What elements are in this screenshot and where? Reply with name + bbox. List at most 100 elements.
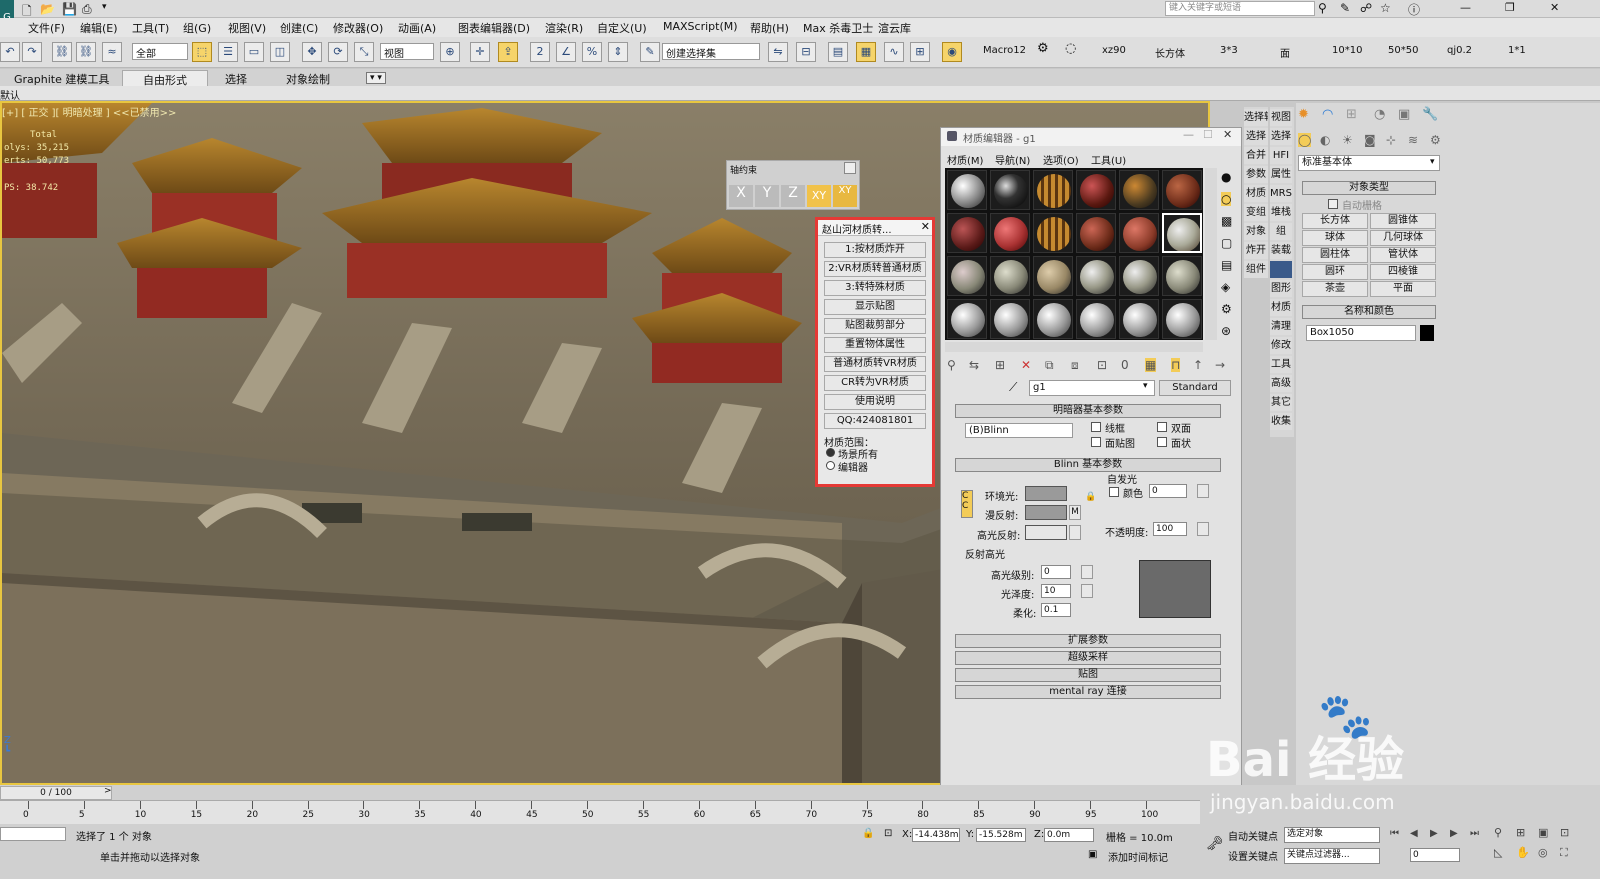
sample-slot[interactable] bbox=[1162, 170, 1202, 210]
current-frame-field[interactable]: 0 bbox=[1410, 848, 1460, 862]
auto-key-button[interactable]: 自动关键点 bbox=[1228, 828, 1278, 843]
create-box-button[interactable]: 长方体 bbox=[1302, 213, 1368, 229]
schematic-view-icon[interactable]: ⊞ bbox=[910, 42, 930, 62]
spec-level-map-button[interactable] bbox=[1081, 565, 1093, 579]
subscription-icon[interactable]: ✎ bbox=[1340, 1, 1350, 15]
search-input[interactable]: 键入关键字或短语 bbox=[1165, 1, 1315, 16]
sample-slot[interactable] bbox=[947, 299, 987, 339]
sample-slot[interactable] bbox=[990, 299, 1030, 339]
category-select[interactable]: 标准基本体 bbox=[1298, 155, 1440, 171]
backlight-icon[interactable]: ○ bbox=[1221, 192, 1232, 206]
converter-cr-to-vr-button[interactable]: CR转为VR材质 bbox=[824, 375, 926, 391]
systems-icon[interactable]: ⚙ bbox=[1430, 133, 1441, 147]
face-label[interactable]: 面 bbox=[1280, 45, 1290, 60]
opacity-spinner[interactable]: 100 bbox=[1153, 522, 1187, 536]
script-btn[interactable]: 材质 bbox=[1270, 299, 1292, 316]
range-scene-radio[interactable] bbox=[826, 448, 835, 457]
absolute-mode-icon[interactable]: ⊡ bbox=[884, 828, 892, 839]
shader-basic-rollout[interactable]: 明暗器基本参数 bbox=[955, 404, 1221, 418]
geometry-icon[interactable]: ◯ bbox=[1298, 133, 1312, 147]
converter-close-icon[interactable]: ✕ bbox=[921, 220, 930, 233]
scale-icon[interactable]: ⤡ bbox=[354, 42, 374, 62]
create-teapot-button[interactable]: 茶壶 bbox=[1302, 281, 1368, 297]
create-torus-button[interactable]: 圆环 bbox=[1302, 264, 1368, 280]
pivot-center-icon[interactable]: ⊕ bbox=[440, 42, 460, 62]
sample-slot[interactable] bbox=[947, 213, 987, 253]
50x50-label[interactable]: 50*50 bbox=[1388, 45, 1418, 56]
extended-params-rollout[interactable]: 扩展参数 bbox=[955, 634, 1221, 648]
select-manipulate-icon[interactable]: ✛ bbox=[470, 42, 490, 62]
bind-spacewarp-icon[interactable]: ≈ bbox=[102, 42, 122, 62]
object-color-swatch[interactable] bbox=[1420, 325, 1434, 341]
script-btn[interactable]: 堆栈 bbox=[1270, 204, 1292, 221]
sample-slot[interactable] bbox=[1119, 213, 1159, 253]
material-id-icon[interactable]: 0 bbox=[1121, 358, 1129, 372]
converter-special-button[interactable]: 3:转特殊材质 bbox=[824, 280, 926, 296]
spec-level-spinner[interactable]: 0 bbox=[1041, 565, 1071, 579]
show-end-result-icon[interactable]: ⊓ bbox=[1171, 358, 1181, 372]
sample-slot[interactable] bbox=[990, 170, 1030, 210]
align-icon[interactable]: ⊟ bbox=[796, 42, 816, 62]
create-sphere-button[interactable]: 球体 bbox=[1302, 230, 1368, 246]
maximize-viewport-icon[interactable]: ⛶ bbox=[1560, 846, 1568, 860]
material-type-button[interactable]: Standard bbox=[1159, 380, 1231, 396]
faceted-checkbox[interactable] bbox=[1157, 437, 1167, 447]
opacity-map-button[interactable] bbox=[1197, 522, 1209, 536]
glossiness-map-button[interactable] bbox=[1081, 584, 1093, 598]
spacewarps-icon[interactable]: ≋ bbox=[1408, 133, 1418, 147]
axis-xy-flyout-button[interactable]: XY bbox=[833, 185, 857, 207]
create-plane-button[interactable]: 平面 bbox=[1370, 281, 1436, 297]
set-key-button[interactable]: 设置关键点 bbox=[1228, 848, 1278, 863]
mated-close[interactable]: ✕ bbox=[1223, 128, 1232, 141]
tab-graphite[interactable]: Graphite 建模工具 bbox=[14, 71, 109, 87]
script-btn-dark[interactable] bbox=[1270, 261, 1292, 278]
put-to-library-icon[interactable]: ⊡ bbox=[1097, 358, 1107, 372]
quick-access-hold-icon[interactable]: ⎙ bbox=[82, 2, 92, 17]
axis-x-button[interactable]: X bbox=[729, 185, 753, 207]
menu-cloud-library[interactable]: 渲云库 bbox=[878, 20, 911, 36]
face-map-checkbox[interactable] bbox=[1091, 437, 1101, 447]
material-editor-icon[interactable]: ◉ bbox=[942, 42, 962, 62]
diffuse-map-button[interactable]: M bbox=[1069, 505, 1081, 520]
10x10-label[interactable]: 10*10 bbox=[1332, 45, 1362, 56]
converter-crop-map-button[interactable]: 贴图裁剪部分 bbox=[824, 318, 926, 334]
unlink-icon[interactable]: ⛓ bbox=[76, 42, 96, 62]
create-cone-button[interactable]: 圆锥体 bbox=[1370, 213, 1436, 229]
display-tab-icon[interactable]: ▣ bbox=[1398, 107, 1410, 122]
sample-slot[interactable] bbox=[1162, 299, 1202, 339]
menu-create[interactable]: 创建(C) bbox=[280, 20, 318, 36]
maximize-button[interactable]: ❐ bbox=[1505, 1, 1515, 14]
timeline-track[interactable]: 0 5 10 15 20 25 30 35 40 45 50 55 60 65 70 75 80 85 90 95 10… bbox=[0, 800, 1200, 824]
options-icon[interactable]: ⚙ bbox=[1221, 302, 1232, 316]
macro-icon-b[interactable]: ◌ bbox=[1065, 41, 1076, 56]
add-time-tag-text[interactable]: 添加时间标记 bbox=[1108, 849, 1168, 864]
sample-slot[interactable] bbox=[1076, 170, 1116, 210]
sample-slot[interactable] bbox=[1119, 299, 1159, 339]
lights-icon[interactable]: ☀ bbox=[1342, 133, 1353, 147]
script-btn[interactable]: 视图 bbox=[1270, 109, 1292, 126]
menu-max-antivirus[interactable]: Max 杀毒卫士 bbox=[803, 20, 873, 36]
key-icon[interactable]: 🗝 bbox=[1206, 836, 1224, 852]
hierarchy-tab-icon[interactable]: ⊞ bbox=[1346, 107, 1357, 122]
curve-editor-icon[interactable]: ∿ bbox=[884, 42, 904, 62]
converter-std-to-vr-button[interactable]: 普通材质转VR材质 bbox=[824, 356, 926, 372]
sample-type-icon[interactable]: ● bbox=[1221, 170, 1231, 184]
object-type-rollout[interactable]: 对象类型 bbox=[1302, 181, 1436, 195]
converter-show-map-button[interactable]: 显示贴图 bbox=[824, 299, 926, 315]
converter-help-button[interactable]: 使用说明 bbox=[824, 394, 926, 410]
mated-menu-navigation[interactable]: 导航(N) bbox=[995, 152, 1030, 167]
category-dropdown-icon[interactable]: ▾ bbox=[1430, 157, 1435, 167]
reference-coord-select[interactable]: 视图 bbox=[380, 43, 434, 60]
mated-menu-utilities[interactable]: 工具(U) bbox=[1091, 152, 1126, 167]
mental-ray-rollout[interactable]: mental ray 连接 bbox=[955, 685, 1221, 699]
axis-xy-button[interactable]: XY bbox=[807, 185, 831, 207]
mated-menu-material[interactable]: 材质(M) bbox=[947, 152, 983, 167]
motion-tab-icon[interactable]: ◔ bbox=[1374, 107, 1385, 122]
show-map-in-viewport-icon[interactable]: ▦ bbox=[1145, 358, 1157, 372]
wire-checkbox[interactable] bbox=[1091, 422, 1101, 432]
sample-uv-tiling-icon[interactable]: ▢ bbox=[1221, 236, 1232, 250]
range-editor-radio[interactable] bbox=[826, 461, 835, 470]
background-icon[interactable]: ▩ bbox=[1221, 214, 1232, 228]
pan-icon[interactable]: ✋ bbox=[1516, 846, 1530, 859]
make-preview-icon[interactable]: ◈ bbox=[1221, 280, 1230, 294]
